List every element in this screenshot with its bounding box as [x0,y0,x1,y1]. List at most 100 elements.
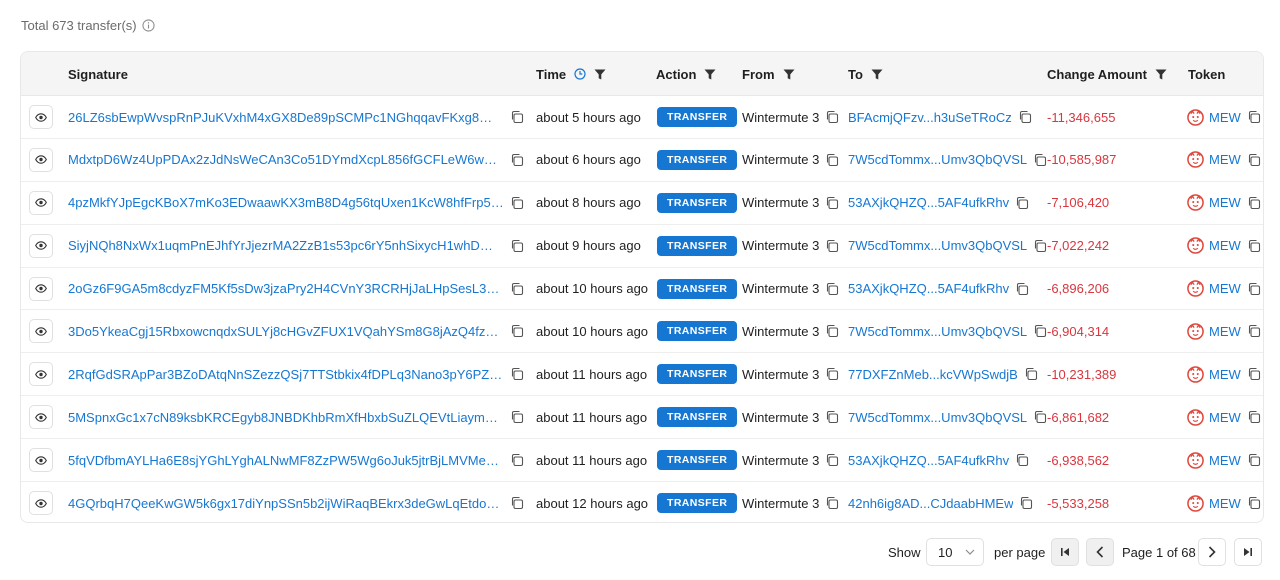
to-link[interactable]: 53AXjkQHZQ...5AF4ufkRhv [848,453,1009,468]
copy-icon[interactable] [825,367,839,381]
view-button[interactable] [29,105,53,129]
copy-icon[interactable] [1247,196,1261,210]
signature-link[interactable]: 4GQrbqH7QeeKwGW5k6gx17diYnpSSn5b2ijWiRaq… [68,496,504,511]
copy-icon[interactable] [825,239,839,253]
from-text[interactable]: Wintermute 3 [742,496,819,511]
copy-icon[interactable] [510,196,524,210]
signature-link[interactable]: 5MSpnxGc1x7cN89ksbKRCEgyb8JNBDKhbRmXfHbx… [68,410,504,425]
copy-icon[interactable] [1247,282,1261,296]
token-link[interactable]: MEW [1209,496,1241,511]
page-size-dropdown[interactable]: 10 [926,538,984,566]
view-button[interactable] [29,190,53,215]
view-button[interactable] [29,147,53,172]
copy-icon[interactable] [1247,324,1261,338]
copy-icon[interactable] [825,153,839,167]
view-button[interactable] [29,405,53,430]
copy-icon[interactable] [510,153,524,167]
copy-icon[interactable] [1247,410,1261,424]
copy-icon[interactable] [1033,324,1047,338]
token-link[interactable]: MEW [1209,324,1241,339]
token-link[interactable]: MEW [1209,453,1241,468]
token-link[interactable]: MEW [1209,367,1241,382]
copy-icon[interactable] [1019,496,1033,510]
from-text[interactable]: Wintermute 3 [742,238,819,253]
copy-icon[interactable] [1033,153,1047,167]
view-button[interactable] [29,319,53,344]
copy-icon[interactable] [825,282,839,296]
token-link[interactable]: MEW [1209,410,1241,425]
copy-icon[interactable] [510,282,524,296]
from-text[interactable]: Wintermute 3 [742,195,819,210]
copy-icon[interactable] [1015,453,1029,467]
token-link[interactable]: MEW [1209,110,1241,125]
copy-icon[interactable] [1247,153,1261,167]
copy-icon[interactable] [1018,110,1032,124]
copy-icon[interactable] [825,324,839,338]
copy-icon[interactable] [1033,239,1047,253]
token-link[interactable]: MEW [1209,238,1241,253]
copy-icon[interactable] [510,496,524,510]
copy-icon[interactable] [825,496,839,510]
signature-link[interactable]: SiyjNQh8NxWx1uqmPnEJhfYrJjezrMA2ZzB1s53p… [68,238,504,253]
signature-link[interactable]: MdxtpD6Wz4UpPDAx2zJdNsWeCAn3Co51DYmdXcpL… [68,152,504,167]
token-link[interactable]: MEW [1209,152,1241,167]
filter-icon[interactable] [594,69,606,80]
copy-icon[interactable] [1024,367,1038,381]
view-button[interactable] [29,448,53,473]
signature-link[interactable]: 2RqfGdSRApPar3BZoDAtqNnSZezzQSj7TTStbkix… [68,367,504,382]
signature-link[interactable]: 5fqVDfbmAYLHa6E8sjYGhLYghALNwMF8ZzPW5Wg6… [68,453,504,468]
copy-icon[interactable] [1247,110,1261,124]
copy-icon[interactable] [825,410,839,424]
copy-icon[interactable] [1015,282,1029,296]
copy-icon[interactable] [1247,453,1261,467]
signature-link[interactable]: 3Do5YkeaCgj15RbxowcnqdxSULYj8cHGvZFUX1VQ… [68,324,504,339]
view-button[interactable] [29,233,53,258]
copy-icon[interactable] [1247,367,1261,381]
to-link[interactable]: 7W5cdTommx...Umv3QbQVSL [848,238,1027,253]
signature-link[interactable]: 4pzMkfYJpEgcKBoX7mKo3EDwaawKX3mB8D4g56tq… [68,195,504,210]
to-link[interactable]: BFAcmjQFzv...h3uSeTRoCz [848,110,1012,125]
copy-icon[interactable] [825,453,839,467]
copy-icon[interactable] [510,239,524,253]
from-text[interactable]: Wintermute 3 [742,367,819,382]
prev-page-button[interactable] [1086,538,1114,566]
copy-icon[interactable] [510,367,524,381]
token-link[interactable]: MEW [1209,281,1241,296]
to-link[interactable]: 77DXFZnMeb...kcVWpSwdjB [848,367,1018,382]
to-link[interactable]: 53AXjkQHZQ...5AF4ufkRhv [848,195,1009,210]
clock-icon[interactable] [574,68,586,80]
copy-icon[interactable] [510,410,524,424]
last-page-button[interactable] [1234,538,1262,566]
page-size-select[interactable]: 10 [926,538,984,566]
filter-icon[interactable] [704,69,716,80]
copy-icon[interactable] [1033,410,1047,424]
token-link[interactable]: MEW [1209,195,1241,210]
signature-link[interactable]: 26LZ6sbEwpWvspRnPJuKVxhM4xGX8De89pSCMPc1… [68,110,504,125]
copy-icon[interactable] [1247,239,1261,253]
next-page-button[interactable] [1198,538,1226,566]
copy-icon[interactable] [510,324,524,338]
to-link[interactable]: 42nh6ig8AD...CJdaabHMEw [848,496,1013,511]
from-text[interactable]: Wintermute 3 [742,324,819,339]
copy-icon[interactable] [510,110,524,124]
view-button[interactable] [29,362,53,387]
from-text[interactable]: Wintermute 3 [742,410,819,425]
to-link[interactable]: 7W5cdTommx...Umv3QbQVSL [848,324,1027,339]
from-text[interactable]: Wintermute 3 [742,152,819,167]
info-icon[interactable] [142,19,155,32]
filter-icon[interactable] [783,69,795,80]
to-link[interactable]: 53AXjkQHZQ...5AF4ufkRhv [848,281,1009,296]
copy-icon[interactable] [510,453,524,467]
copy-icon[interactable] [825,110,839,124]
copy-icon[interactable] [1247,496,1261,510]
signature-link[interactable]: 2oGz6F9GA5m8cdyzFM5Kf5sDw3jzaPry2H4CVnY3… [68,281,504,296]
first-page-button[interactable] [1051,538,1079,566]
from-text[interactable]: Wintermute 3 [742,281,819,296]
copy-icon[interactable] [1015,196,1029,210]
from-text[interactable]: Wintermute 3 [742,110,819,125]
from-text[interactable]: Wintermute 3 [742,453,819,468]
to-link[interactable]: 7W5cdTommx...Umv3QbQVSL [848,152,1027,167]
copy-icon[interactable] [825,196,839,210]
filter-icon[interactable] [1155,69,1167,80]
view-button[interactable] [29,276,53,301]
